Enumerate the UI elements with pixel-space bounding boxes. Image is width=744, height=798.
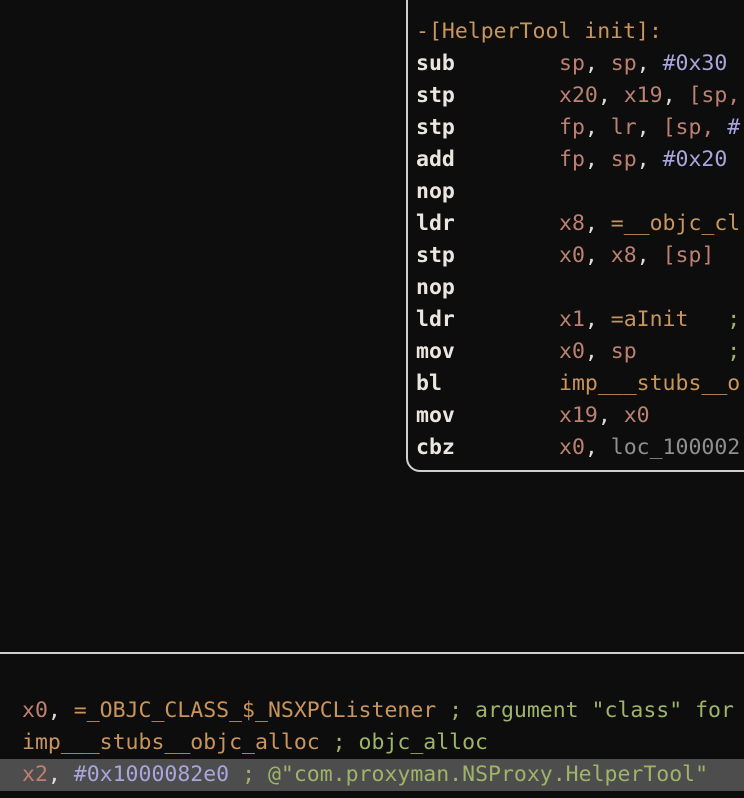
asm-token-imm: #	[727, 115, 740, 140]
asm-instruction-line[interactable]: movx0, sp ;	[416, 336, 744, 368]
asm-token-imm: #0x1000082e0	[74, 762, 229, 787]
asm-mnemonic: bl	[416, 368, 559, 400]
asm-token-pun: ,	[637, 51, 663, 76]
asm-token-cmt: ; argument "class" for	[449, 698, 734, 723]
asm-token-reg: x8	[611, 243, 637, 268]
asm-token-reg: x1	[559, 307, 585, 332]
asm-token-pun: ,	[585, 243, 611, 268]
asm-line[interactable]: x0, =_OBJC_CLASS_$_NSXPCListener ; argum…	[0, 695, 744, 727]
asm-mnemonic: sub	[416, 48, 559, 80]
asm-token-reg: [sp]	[663, 243, 715, 268]
asm-token-pun: ,	[585, 147, 611, 172]
asm-token-cmt: ;	[727, 307, 740, 332]
asm-instruction-line[interactable]: subsp, sp, #0x30	[416, 48, 744, 80]
asm-token-reg: sp	[611, 147, 637, 172]
asm-token-reg: x20	[559, 83, 598, 108]
asm-mnemonic: stp	[416, 240, 559, 272]
asm-token-reg: x0	[624, 403, 650, 428]
asm-token-pun: ,	[637, 115, 663, 140]
asm-mnemonic: ldr	[416, 208, 559, 240]
asm-instruction-line[interactable]: ldrx8, =__objc_cl	[416, 208, 744, 240]
asm-token-sym: =_OBJC_CLASS_$_NSXPCListener	[74, 698, 436, 723]
asm-token-cmt: ; objc_alloc	[333, 730, 488, 755]
method-label: -[HelperTool init]:	[416, 19, 662, 44]
disassembler-view: -[HelperTool init]:subsp, sp, #0x30stpx2…	[0, 0, 744, 798]
asm-mnemonic: add	[416, 144, 559, 176]
asm-instruction-line[interactable]: stpfp, lr, [sp, #	[416, 112, 744, 144]
asm-token-pun: ,	[637, 147, 663, 172]
asm-line-selected[interactable]: x2, #0x1000082e0 ; @"com.proxyman.NSProx…	[0, 759, 744, 791]
asm-token-reg: x19	[624, 83, 663, 108]
asm-token-cmt: ; @"com.proxyman.NSProxy.HelperTool"	[242, 762, 708, 787]
cfg-node-helpertool-init[interactable]: -[HelperTool init]:subsp, sp, #0x30stpx2…	[406, 0, 744, 472]
asm-token-sym: =__objc_cl	[611, 211, 740, 236]
asm-mnemonic: nop	[416, 272, 559, 304]
asm-instruction-line[interactable]: stpx0, x8, [sp]	[416, 240, 744, 272]
asm-token-pun: ,	[585, 211, 611, 236]
asm-instruction-line[interactable]: movx19, x0	[416, 400, 744, 432]
asm-token-reg: x0	[22, 698, 48, 723]
asm-token-pln	[229, 762, 242, 787]
asm-token-pun: ,	[585, 435, 611, 460]
asm-token-pln	[688, 307, 727, 332]
asm-instruction-line[interactable]: ldrx1, =aInit ;	[416, 304, 744, 336]
asm-mnemonic: mov	[416, 336, 559, 368]
asm-token-reg: x8	[559, 211, 585, 236]
asm-token-pun: ,	[585, 51, 611, 76]
asm-token-cmt: ;	[727, 339, 740, 364]
asm-mnemonic: mov	[416, 400, 559, 432]
asm-token-reg: x0	[559, 435, 585, 460]
pane-divider[interactable]	[0, 652, 744, 654]
asm-instruction-line[interactable]: cbzx0, loc_100002	[416, 432, 744, 464]
asm-token-imm: #0x20	[663, 147, 728, 172]
asm-token-pun: ,	[598, 83, 624, 108]
asm-token-reg: x19	[559, 403, 598, 428]
asm-instruction-line[interactable]: addfp, sp, #0x20	[416, 144, 744, 176]
asm-token-sym: imp___stubs__objc_alloc	[22, 730, 320, 755]
asm-token-reg: [sp,	[688, 83, 740, 108]
asm-token-pun: ,	[48, 698, 74, 723]
cfg-node-code: -[HelperTool init]:subsp, sp, #0x30stpx2…	[408, 0, 744, 464]
asm-mnemonic: stp	[416, 80, 559, 112]
asm-token-reg: x0	[559, 339, 585, 364]
asm-token-reg: sp	[611, 51, 637, 76]
asm-token-reg: fp	[559, 115, 585, 140]
asm-token-pun: ,	[663, 83, 689, 108]
asm-token-reg: fp	[559, 147, 585, 172]
asm-mnemonic: ldr	[416, 304, 559, 336]
asm-token-pun: ,	[598, 403, 624, 428]
asm-token-pun: ,	[585, 307, 611, 332]
asm-token-sym: imp___stubs__o	[559, 371, 740, 396]
asm-instruction-line[interactable]: stpx20, x19, [sp,	[416, 80, 744, 112]
asm-token-reg: sp	[611, 339, 637, 364]
asm-token-reg: lr	[611, 115, 637, 140]
asm-instruction-line[interactable]: nop	[416, 176, 744, 208]
asm-instruction-line[interactable]: blimp___stubs__o	[416, 368, 744, 400]
asm-token-pun: ,	[48, 762, 74, 787]
asm-token-pln	[320, 730, 333, 755]
asm-token-reg: x2	[22, 762, 48, 787]
asm-instruction-line[interactable]: nop	[416, 272, 744, 304]
asm-line[interactable]: imp___stubs__objc_alloc ; objc_alloc	[0, 727, 744, 759]
asm-token-loc: loc_100002	[611, 435, 740, 460]
asm-token-reg: [sp,	[663, 115, 728, 140]
asm-mnemonic: nop	[416, 176, 559, 208]
asm-label-line[interactable]: -[HelperTool init]:	[416, 16, 744, 48]
asm-token-reg: x0	[559, 243, 585, 268]
asm-token-pun: ,	[585, 339, 611, 364]
asm-token-pln	[637, 339, 728, 364]
asm-token-reg: sp	[559, 51, 585, 76]
asm-token-pun: ,	[637, 243, 663, 268]
asm-token-pun: ,	[585, 115, 611, 140]
asm-mnemonic: stp	[416, 112, 559, 144]
asm-mnemonic: cbz	[416, 432, 559, 464]
assembly-listing-pane[interactable]: x0, =_OBJC_CLASS_$_NSXPCListener ; argum…	[0, 695, 744, 791]
asm-token-pln	[436, 698, 449, 723]
asm-token-imm: #0x30	[663, 51, 728, 76]
asm-token-sym: =aInit	[611, 307, 689, 332]
